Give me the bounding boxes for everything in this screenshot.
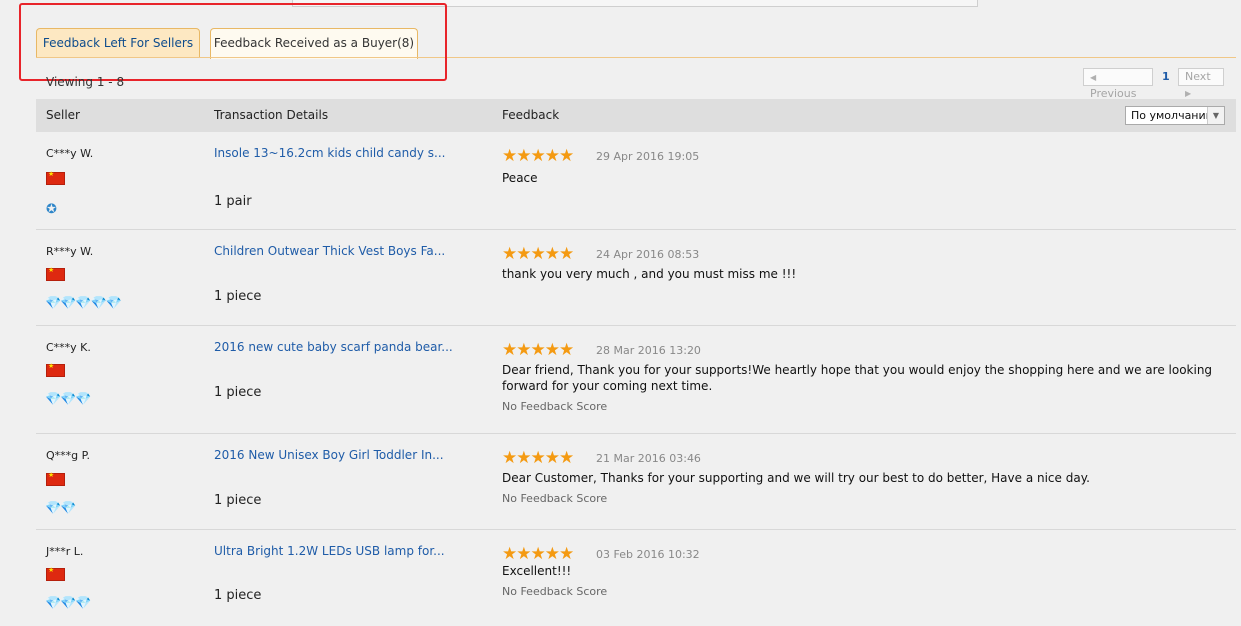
feedback-text: Dear friend, Thank you for your supports… (502, 363, 1213, 393)
product-link[interactable]: Ultra Bright 1.2W LEDs USB lamp for... (214, 544, 445, 558)
table-row: C***y W. ✪ Insole 13~16.2cm kids child c… (36, 132, 1236, 230)
diamond-rank-icon: 💎💎💎💎💎 (45, 296, 122, 311)
next-page-button[interactable]: Next ▶ (1178, 68, 1224, 98)
china-flag-icon (46, 266, 65, 281)
sort-selected-value: По умолчанию (1131, 109, 1215, 122)
product-link[interactable]: 2016 new cute baby scarf panda bear... (214, 340, 453, 354)
feedback-score: No Feedback Score (502, 492, 608, 505)
chevron-left-icon: ◀ (1090, 73, 1097, 82)
column-header-transaction-details: Transaction Details (214, 108, 329, 122)
column-header-feedback: Feedback (502, 108, 560, 122)
diamond-rank-icon: 💎💎💎 (45, 392, 92, 407)
table-row: R***y W. 💎💎💎💎💎 Children Outwear Thick Ve… (36, 230, 1236, 326)
search-bar-edge[interactable] (292, 0, 978, 7)
medal-icon: ✪ (46, 202, 57, 217)
china-flag-icon (46, 566, 65, 581)
seller-name: R***y W. (46, 245, 94, 258)
column-header-seller: Seller (46, 108, 80, 122)
china-flag-icon (46, 362, 65, 377)
next-label: Next (1185, 70, 1211, 83)
tab-feedback-left-for-sellers[interactable]: Feedback Left For Sellers (36, 28, 200, 58)
quantity: 1 pair (214, 194, 252, 209)
table-row: J***r L. 💎💎💎 Ultra Bright 1.2W LEDs USB … (36, 530, 1236, 626)
quantity: 1 piece (214, 588, 262, 603)
current-page-number[interactable]: 1 (1162, 68, 1170, 86)
seller-name: C***y W. (46, 147, 94, 160)
tab-divider (36, 57, 1236, 58)
feedback-date: 03 Feb 2016 10:32 (596, 548, 700, 561)
five-star-rating-icon: ★★★★★ (502, 146, 574, 166)
quantity: 1 piece (214, 289, 262, 304)
diamond-rank-icon: 💎💎 (45, 501, 76, 516)
dropdown-arrow-icon: ▼ (1207, 107, 1224, 124)
seller-name: J***r L. (46, 545, 84, 558)
product-link[interactable]: 2016 New Unisex Boy Girl Toddler In... (214, 448, 444, 462)
feedback-text: Dear Customer, Thanks for your supportin… (502, 471, 1090, 485)
table-row: C***y K. 💎💎💎 2016 new cute baby scarf pa… (36, 326, 1236, 434)
china-flag-icon (46, 170, 65, 185)
feedback-date: 21 Mar 2016 03:46 (596, 452, 701, 465)
product-link[interactable]: Children Outwear Thick Vest Boys Fa... (214, 244, 445, 258)
feedback-text: Excellent!!! (502, 564, 572, 578)
feedback-date: 29 Apr 2016 19:05 (596, 150, 700, 163)
feedback-score: No Feedback Score (502, 585, 608, 598)
five-star-rating-icon: ★★★★★ (502, 448, 574, 468)
previous-page-button[interactable]: ◀ Previous (1083, 68, 1153, 100)
feedback-text: Peace (502, 171, 538, 185)
five-star-rating-icon: ★★★★★ (502, 544, 574, 564)
seller-name: Q***g P. (46, 449, 91, 462)
feedback-date: 24 Apr 2016 08:53 (596, 248, 700, 261)
table-row: Q***g P. 💎💎 2016 New Unisex Boy Girl Tod… (36, 434, 1236, 530)
seller-name: C***y K. (46, 341, 91, 354)
five-star-rating-icon: ★★★★★ (502, 340, 574, 360)
feedback-text: thank you very much , and you must miss … (502, 267, 797, 281)
china-flag-icon (46, 471, 65, 486)
quantity: 1 piece (214, 493, 262, 508)
five-star-rating-icon: ★★★★★ (502, 244, 574, 264)
feedback-score: No Feedback Score (502, 400, 608, 413)
chevron-right-icon: ▶ (1185, 89, 1192, 98)
product-link[interactable]: Insole 13~16.2cm kids child candy s... (214, 146, 445, 160)
sort-select[interactable]: По умолчанию ▼ (1125, 106, 1225, 125)
diamond-rank-icon: 💎💎💎 (45, 596, 92, 611)
quantity: 1 piece (214, 385, 262, 400)
feedback-date: 28 Mar 2016 13:20 (596, 344, 701, 357)
tab-feedback-received-as-buyer[interactable]: Feedback Received as a Buyer(8) (210, 28, 418, 59)
table-header: Seller Transaction Details Feedback По у… (36, 99, 1236, 132)
feedback-list: C***y W. ✪ Insole 13~16.2cm kids child c… (36, 132, 1236, 626)
viewing-count: Viewing 1 - 8 (46, 75, 125, 89)
